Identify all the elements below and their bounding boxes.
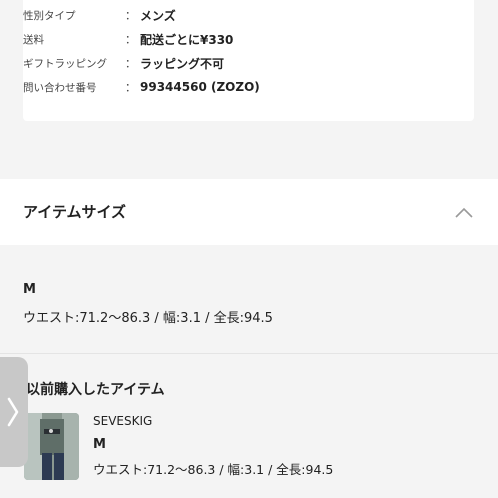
previous-item-size: M [93, 437, 106, 452]
item-size-header[interactable]: アイテムサイズ [0, 179, 498, 245]
spec-value: 99344560 (ZOZO) [140, 80, 260, 94]
spec-row-inquiry-number: 問い合わせ番号 ： 99344560 (ZOZO) [23, 76, 260, 98]
section-divider [0, 353, 498, 354]
previous-item-brand[interactable]: SEVESKIG [93, 414, 152, 428]
spec-separator: ： [125, 33, 136, 46]
chevron-up-icon[interactable] [454, 207, 474, 219]
spec-label: 性別タイプ [23, 9, 76, 22]
item-size-title: アイテムサイズ [23, 203, 127, 221]
spec-row-shipping: 送料 ： 配送ごとに¥330 [23, 28, 233, 50]
spec-separator: ： [125, 57, 136, 70]
spec-row-gender: 性別タイプ ： メンズ [23, 4, 176, 26]
spec-separator: ： [125, 9, 136, 22]
spec-label: 送料 [23, 33, 44, 46]
spec-label: ギフトラッピング [23, 57, 107, 70]
item-size-detail: ウエスト:71.2～86.3 / 幅:3.1 / 全長:94.5 [23, 311, 273, 326]
spec-value: 配送ごとに¥330 [140, 32, 234, 47]
previous-item-detail: ウエスト:71.2～86.3 / 幅:3.1 / 全長:94.5 [93, 462, 334, 477]
previous-purchase-title: 以前購入したアイテム [26, 382, 165, 398]
thumbnail-image [24, 413, 79, 480]
chevron-right-icon[interactable] [6, 396, 20, 428]
spec-value: メンズ [140, 8, 176, 23]
spec-label: 問い合わせ番号 [23, 81, 97, 94]
spec-value: ラッピング不可 [140, 56, 225, 71]
item-size-value: M [23, 282, 36, 297]
spec-row-gift-wrapping: ギフトラッピング ： ラッピング不可 [23, 52, 224, 74]
previous-item-thumbnail[interactable] [24, 413, 79, 480]
spec-separator: ： [125, 81, 136, 94]
